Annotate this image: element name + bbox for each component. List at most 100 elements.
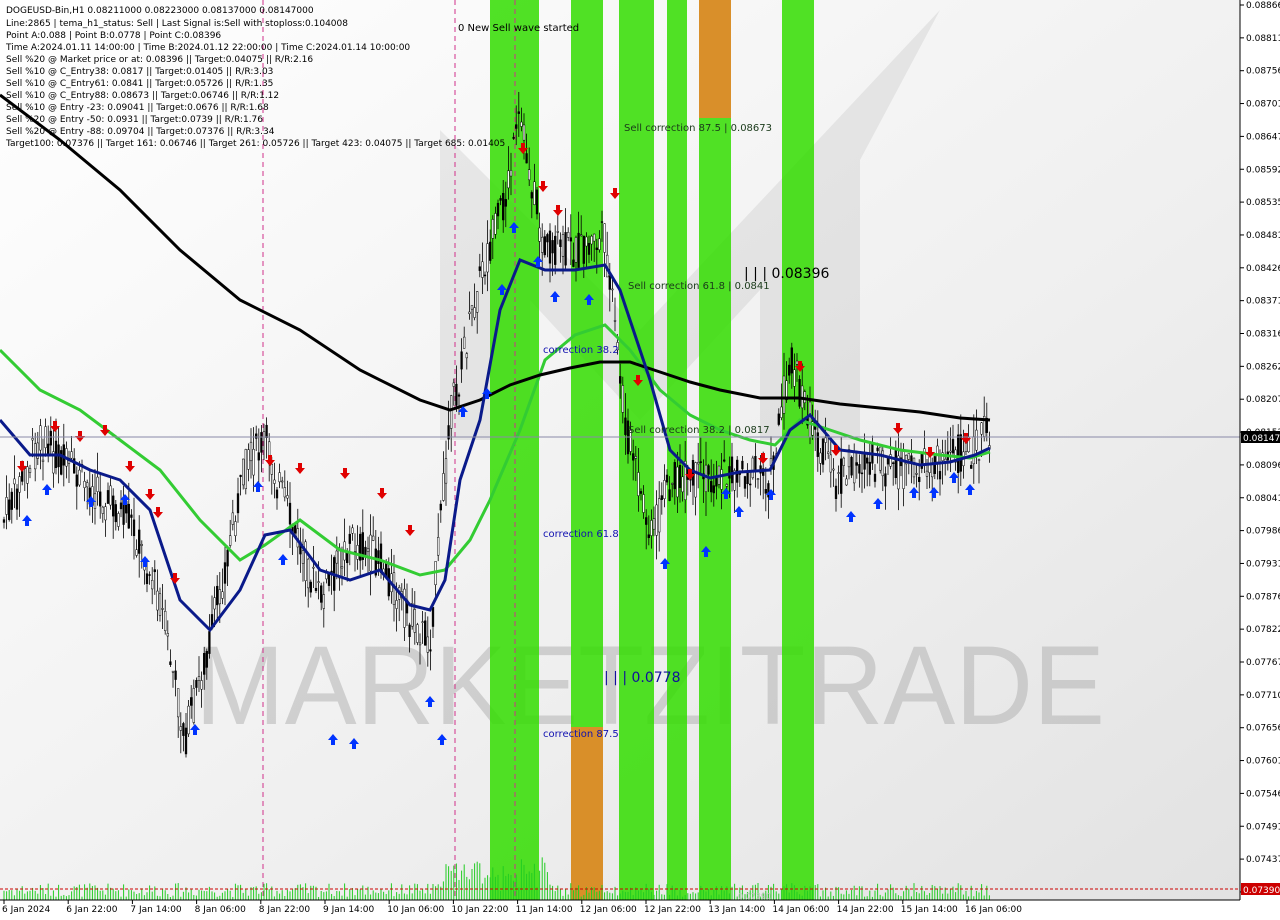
candle-body: [556, 231, 559, 233]
candle-body: [564, 232, 567, 266]
candle-body: [567, 232, 570, 238]
price-tick-label: 0.08371: [1246, 297, 1280, 307]
candle-body: [320, 585, 323, 603]
candle-body: [106, 490, 110, 504]
candle-body: [205, 650, 208, 668]
candle-body: [749, 483, 752, 486]
candle-body: [478, 266, 481, 271]
candle-body: [886, 457, 890, 465]
candle-body: [486, 243, 489, 273]
candle-body: [190, 697, 193, 706]
candle-body: [959, 434, 962, 472]
candle-body: [281, 480, 284, 483]
candle-body: [465, 353, 468, 359]
price-tick-label: 0.07767: [1246, 658, 1280, 668]
candle-body: [413, 609, 416, 633]
candle-body: [694, 462, 697, 498]
candle-body: [494, 213, 497, 235]
candle-body: [470, 305, 474, 310]
price-tick-label: 0.07710: [1246, 691, 1280, 701]
candle-body: [278, 472, 281, 483]
signal-zone-green: [782, 0, 814, 900]
candle-body: [855, 462, 858, 466]
point-c-label: | | | 0.08396: [744, 266, 829, 282]
candle-body: [216, 585, 219, 606]
candle-body: [918, 476, 921, 483]
candle-body: [595, 247, 598, 250]
sell-correction-382-label: Sell correction 38.2 | 0.0817: [628, 425, 770, 436]
candle-body: [309, 581, 312, 593]
candle-body: [177, 688, 180, 718]
correction-618-label: correction 61.8: [543, 529, 619, 540]
candle-body: [15, 488, 19, 510]
price-tick-label: 0.08535: [1246, 198, 1280, 208]
candle-body: [86, 482, 89, 488]
candle-body: [127, 503, 130, 529]
info-line: Target100: 0.07376 || Target 161: 0.0674…: [5, 139, 505, 149]
candle-body: [499, 198, 502, 201]
candle-body: [678, 464, 682, 488]
price-tick-label: 0.07546: [1246, 789, 1280, 799]
price-tick-label: 0.07822: [1246, 625, 1280, 635]
candle-body: [551, 240, 554, 254]
candle-body: [99, 491, 102, 507]
candle-body: [223, 562, 227, 584]
candle-body: [538, 227, 541, 242]
level-price-tag-text: 0.07390: [1243, 886, 1280, 896]
candle-body: [639, 491, 643, 494]
candle-body: [249, 441, 253, 462]
candle-body: [112, 495, 115, 517]
candle-body: [572, 259, 575, 267]
price-tick-label: 0.08481: [1246, 231, 1280, 241]
candle-body: [853, 450, 856, 484]
candle-body: [2, 519, 6, 523]
candle-body: [273, 479, 276, 484]
candle-body: [158, 593, 162, 616]
candle-body: [442, 473, 445, 501]
candle-body: [569, 237, 572, 242]
candle-body: [619, 376, 622, 384]
price-tick-label: 0.08262: [1246, 362, 1280, 372]
candle-body: [377, 550, 380, 564]
candle-body: [372, 535, 375, 541]
candle-body: [395, 600, 398, 609]
candle-body: [868, 461, 871, 475]
candle-body: [697, 462, 700, 465]
candle-body: [457, 394, 461, 397]
time-tick-label: 15 Jan 14:00: [901, 905, 958, 915]
candle-body: [743, 476, 747, 489]
candle-body: [96, 476, 99, 492]
candle-body: [473, 307, 476, 318]
candle-body: [517, 111, 520, 114]
candle-body: [195, 680, 198, 688]
price-tick-label: 0.07986: [1246, 527, 1280, 537]
candle-body: [408, 624, 411, 638]
candle-body: [621, 385, 624, 413]
candle-body: [676, 466, 679, 498]
candle-body: [647, 534, 650, 539]
info-line: Sell %10 @ Entry -23: 0.09041 || Target:…: [6, 103, 269, 113]
candle-body: [925, 470, 929, 477]
candle-body: [850, 456, 853, 476]
candle-body: [468, 311, 471, 314]
candle-body: [652, 518, 656, 530]
candle-body: [845, 478, 848, 486]
candle-body: [182, 723, 185, 736]
info-line: Sell %10 @ C_Entry38: 0.0817 || Target:0…: [6, 67, 273, 77]
candle-body: [78, 469, 81, 486]
candle-body: [590, 235, 593, 245]
candle-body: [496, 202, 500, 217]
candle-body: [70, 451, 73, 459]
candle-body: [876, 447, 879, 452]
candle-body: [546, 234, 549, 243]
candle-body: [135, 549, 138, 556]
candle-body: [879, 446, 882, 471]
candle-body: [275, 489, 279, 499]
candle-body: [18, 476, 21, 493]
candle-body: [655, 504, 658, 536]
price-tick-label: 0.07656: [1246, 724, 1280, 734]
candle-body: [824, 437, 827, 443]
candle-body: [39, 425, 42, 451]
candle-body: [975, 429, 978, 451]
candle-body: [673, 462, 676, 490]
